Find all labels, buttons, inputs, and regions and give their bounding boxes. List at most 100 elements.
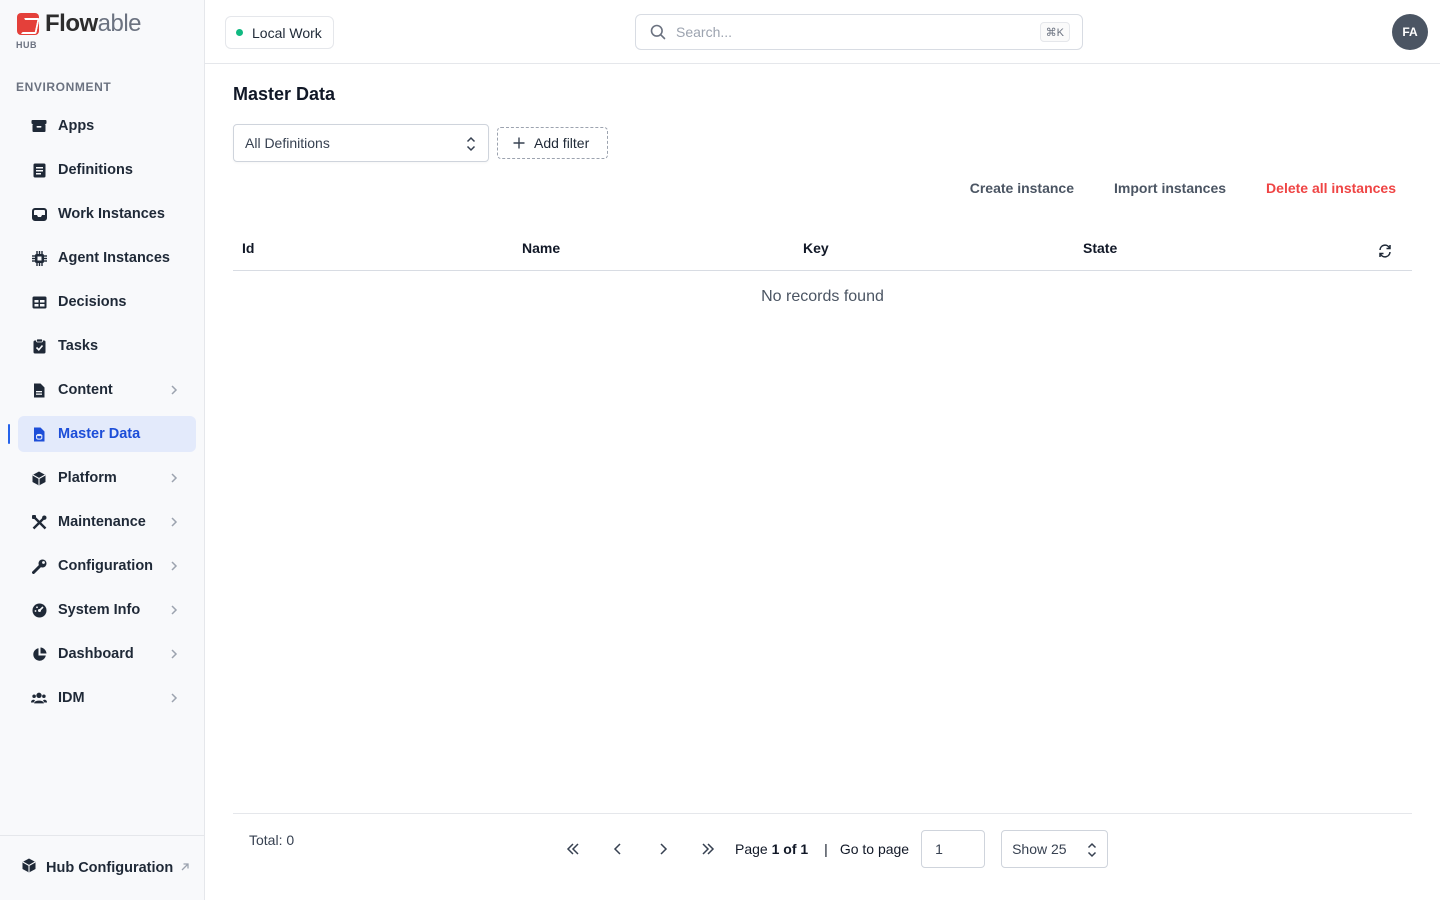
users-icon [31, 690, 47, 706]
cube-icon [22, 858, 36, 878]
add-filter-button[interactable]: Add filter [497, 127, 608, 159]
sidebar-item-idm[interactable]: IDM [18, 680, 196, 716]
instances-table: Id Name Key State No records found [233, 230, 1412, 306]
sidebar-item-label: Content [58, 382, 113, 398]
plus-icon [513, 137, 525, 149]
definition-select[interactable]: All Definitions [233, 124, 489, 162]
sidebar-item-label: IDM [58, 690, 85, 706]
sidebar-nav: Apps Definitions Work Instances Agent In… [18, 108, 196, 724]
chip-icon [31, 250, 47, 266]
chevron-right-icon [171, 385, 178, 395]
sidebar-item-label: Work Instances [58, 206, 165, 222]
chevron-right-icon [171, 649, 178, 659]
box-icon [31, 118, 47, 134]
sidebar-item-label: Configuration [58, 558, 154, 574]
database-file-icon [31, 426, 47, 442]
hub-configuration-link[interactable]: Hub Configuration [0, 835, 204, 900]
sidebar-item-platform[interactable]: Platform [18, 460, 196, 496]
sidebar-item-content[interactable]: Content [18, 372, 196, 408]
sidebar: Flowable HUB ENVIRONMENT Apps Definition… [0, 0, 205, 900]
sidebar-item-label: System Info [58, 602, 141, 618]
sidebar-item-maintenance[interactable]: Maintenance [18, 504, 196, 540]
chevron-double-left-icon [566, 843, 579, 855]
sidebar-item-work-instances[interactable]: Work Instances [18, 196, 196, 232]
sidebar-item-label: Maintenance [58, 514, 146, 530]
global-search[interactable]: ⌘K [635, 14, 1083, 50]
cube-icon [31, 470, 47, 486]
gauge-icon [31, 602, 47, 618]
delete-all-instances-button[interactable]: Delete all instances [1266, 180, 1396, 196]
chevron-right-icon [171, 605, 178, 615]
refresh-icon[interactable] [1378, 244, 1392, 258]
document-list-icon [31, 162, 47, 178]
hub-configuration-label: Hub Configuration [46, 860, 174, 876]
clipboard-check-icon [31, 338, 47, 354]
go-to-page-input[interactable] [921, 830, 986, 868]
sidebar-item-dashboard[interactable]: Dashboard [18, 636, 196, 672]
sidebar-item-label: Agent Instances [58, 250, 170, 266]
sidebar-item-label: Tasks [58, 338, 99, 354]
sidebar-item-label: Decisions [58, 294, 127, 310]
chevron-right-icon [660, 843, 668, 855]
pagination-separator: | [824, 841, 828, 857]
inbox-icon [31, 206, 47, 222]
add-filter-label: Add filter [534, 135, 590, 151]
logo-subtitle: HUB [16, 40, 37, 50]
file-icon [31, 382, 47, 398]
sidebar-item-system-info[interactable]: System Info [18, 592, 196, 628]
sidebar-item-label: Master Data [58, 426, 141, 442]
column-header-id[interactable]: Id [242, 240, 254, 256]
sidebar-item-apps[interactable]: Apps [18, 108, 196, 144]
main-content: Master Data All Definitions Add filter C… [233, 64, 1412, 900]
sidebar-item-label: Platform [58, 470, 117, 486]
create-instance-button[interactable]: Create instance [970, 180, 1074, 196]
chevron-right-icon [171, 473, 178, 483]
definition-select-value: All Definitions [245, 135, 330, 151]
page-size-select[interactable]: Show 25 [1001, 830, 1109, 868]
sidebar-item-definitions[interactable]: Definitions [18, 152, 196, 188]
page-title: Master Data [233, 84, 336, 104]
import-instances-button[interactable]: Import instances [1114, 180, 1226, 196]
environment-name: Local Work [252, 24, 322, 41]
external-link-icon [181, 863, 189, 871]
chevron-double-right-icon [702, 843, 715, 855]
sidebar-item-master-data[interactable]: Master Data [18, 416, 196, 452]
next-page-button[interactable] [648, 834, 678, 864]
table-header: Id Name Key State [233, 230, 1412, 271]
first-page-button[interactable] [558, 834, 588, 864]
chevron-left-icon [613, 843, 621, 855]
flowable-logo-icon [17, 13, 39, 35]
sidebar-item-agent-instances[interactable]: Agent Instances [18, 240, 196, 276]
flowable-logo[interactable]: Flowable HUB [16, 10, 142, 50]
column-header-name[interactable]: Name [522, 240, 560, 256]
sidebar-item-tasks[interactable]: Tasks [18, 328, 196, 364]
search-input[interactable] [676, 24, 1016, 40]
user-avatar[interactable]: FA [1392, 14, 1428, 50]
empty-state-message: No records found [761, 288, 884, 305]
search-shortcut-hint: ⌘K [1039, 22, 1070, 42]
page-indicator: Page 1 of 1 [735, 841, 809, 857]
chevron-right-icon [171, 693, 178, 703]
search-icon [650, 24, 666, 40]
chevron-updown-icon [466, 136, 476, 152]
top-header: Local Work ⌘K FA [205, 0, 1440, 64]
column-header-key[interactable]: Key [803, 240, 829, 256]
wrench-icon [31, 558, 47, 574]
sidebar-item-label: Definitions [58, 162, 133, 178]
status-dot [236, 29, 243, 36]
table-footer: Total: 0 Page 1 of 1 | Go to page Show 2… [233, 813, 1412, 900]
logo-text: Flowable [45, 10, 142, 37]
previous-page-button[interactable] [603, 834, 633, 864]
sidebar-item-configuration[interactable]: Configuration [18, 548, 196, 584]
chevron-right-icon [171, 517, 178, 527]
sidebar-item-label: Apps [58, 118, 95, 134]
page-size-value: Show 25 [1012, 841, 1067, 857]
column-header-state[interactable]: State [1083, 240, 1117, 256]
total-count: Total: 0 [249, 832, 295, 848]
chevron-updown-icon [1088, 842, 1097, 858]
active-indicator [8, 424, 10, 444]
section-label-environment: ENVIRONMENT [16, 80, 112, 94]
sidebar-item-decisions[interactable]: Decisions [18, 284, 196, 320]
environment-selector[interactable]: Local Work [225, 16, 334, 49]
last-page-button[interactable] [693, 834, 723, 864]
